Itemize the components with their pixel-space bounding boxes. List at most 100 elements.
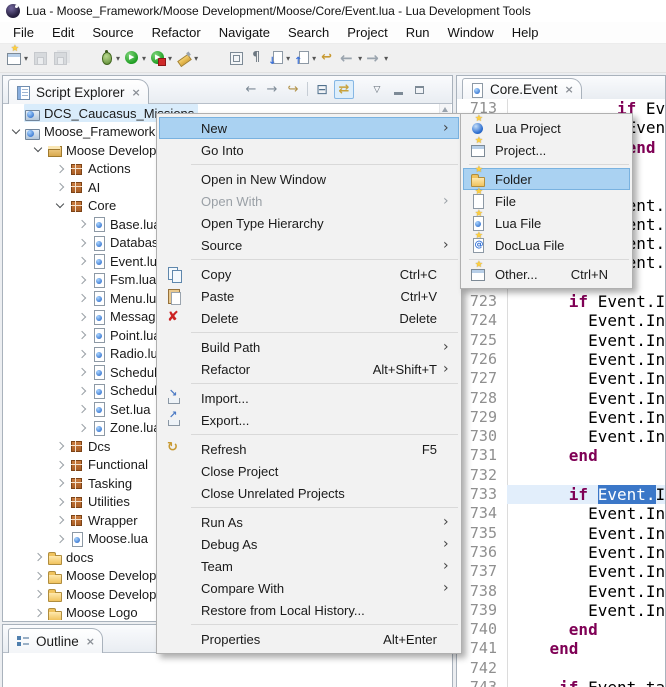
menu-source[interactable]: Source (83, 23, 142, 42)
mark-occurrences-button[interactable] (226, 46, 246, 70)
menu-item-debug-as[interactable]: Debug As (159, 533, 459, 555)
twistie-icon[interactable] (54, 533, 66, 545)
menu-help[interactable]: Help (503, 23, 548, 42)
menu-navigate[interactable]: Navigate (210, 23, 279, 42)
twistie-icon[interactable] (54, 514, 66, 526)
debug-button[interactable] (96, 46, 122, 70)
twistie-icon[interactable] (76, 422, 88, 434)
tab-outline[interactable]: Outline (8, 628, 103, 653)
menu-item-project[interactable]: Project... (463, 139, 630, 161)
dropdown-arrow-icon[interactable] (194, 54, 198, 63)
menu-item-restore-from-local-history[interactable]: Restore from Local History... (159, 599, 459, 621)
minimize-button[interactable] (389, 81, 407, 98)
twistie-icon[interactable] (76, 274, 88, 286)
close-icon[interactable] (86, 635, 95, 648)
dropdown-arrow-icon[interactable] (358, 54, 362, 63)
menu-refactor[interactable]: Refactor (143, 23, 210, 42)
menu-item-compare-with[interactable]: Compare With (159, 577, 459, 599)
menu-item-delete[interactable]: DeleteDelete (159, 307, 459, 329)
profile-button[interactable] (148, 46, 174, 70)
menu-item-import[interactable]: Import... (159, 387, 459, 409)
tab-core-event[interactable]: Core.Event (462, 78, 582, 100)
menu-item-folder[interactable]: Folder (463, 168, 630, 190)
menu-item-export[interactable]: Export... (159, 409, 459, 431)
link-with-editor-button[interactable] (334, 80, 354, 99)
menu-item-new[interactable]: New (159, 117, 459, 139)
menu-item-go-into[interactable]: Go Into (159, 139, 459, 161)
menu-item-open-in-new-window[interactable]: Open in New Window (159, 168, 459, 190)
maximize-button[interactable] (410, 81, 428, 98)
menu-item-open-type-hierarchy[interactable]: Open Type Hierarchy (159, 212, 459, 234)
dropdown-arrow-icon[interactable] (312, 54, 316, 63)
menu-item-other[interactable]: Other...Ctrl+N (463, 263, 630, 285)
menu-search[interactable]: Search (279, 23, 338, 42)
menu-edit[interactable]: Edit (43, 23, 83, 42)
twistie-icon[interactable] (76, 237, 88, 249)
show-whitespace-button[interactable] (246, 46, 266, 70)
dropdown-arrow-icon[interactable] (286, 54, 290, 63)
menu-item-run-as[interactable]: Run As (159, 511, 459, 533)
twistie-icon[interactable] (76, 311, 88, 323)
next-annotation-button[interactable] (266, 46, 292, 70)
twistie-icon[interactable] (76, 366, 88, 378)
twistie-icon[interactable] (54, 181, 66, 193)
tab-script-explorer[interactable]: Script Explorer (8, 79, 149, 104)
twistie-icon[interactable] (32, 551, 44, 563)
twistie-icon[interactable] (54, 163, 66, 175)
run-button[interactable] (122, 46, 148, 70)
twistie-icon[interactable] (76, 348, 88, 360)
menu-item-paste[interactable]: PasteCtrl+V (159, 285, 459, 307)
menu-project[interactable]: Project (338, 23, 396, 42)
menu-item-copy[interactable]: CopyCtrl+C (159, 263, 459, 285)
twistie-icon[interactable] (10, 126, 22, 138)
menu-item-lua-project[interactable]: Lua Project (463, 117, 630, 139)
menu-item-file[interactable]: File (463, 190, 630, 212)
twistie-icon[interactable] (54, 200, 66, 212)
menu-item-doclua-file[interactable]: DocLua File (463, 234, 630, 256)
menu-file[interactable]: File (4, 23, 43, 42)
twistie-icon[interactable] (32, 570, 44, 582)
twistie-icon[interactable] (54, 440, 66, 452)
view-menu-button[interactable] (368, 81, 386, 98)
back-button[interactable] (338, 46, 364, 70)
menu-item-close-unrelated-projects[interactable]: Close Unrelated Projects (159, 482, 459, 504)
forward-button[interactable] (364, 46, 390, 70)
external-tools-button[interactable] (174, 46, 200, 70)
menu-item-build-path[interactable]: Build Path (159, 336, 459, 358)
twistie-icon[interactable] (54, 496, 66, 508)
menu-item-team[interactable]: Team (159, 555, 459, 577)
twistie-icon[interactable] (76, 218, 88, 230)
dropdown-arrow-icon[interactable] (142, 54, 146, 63)
dropdown-arrow-icon[interactable] (24, 54, 28, 63)
close-icon[interactable] (132, 86, 141, 99)
menu-item-close-project[interactable]: Close Project (159, 460, 459, 482)
twistie-icon[interactable] (76, 385, 88, 397)
dropdown-arrow-icon[interactable] (168, 54, 172, 63)
twistie-icon[interactable] (76, 255, 88, 267)
twistie-icon[interactable] (76, 292, 88, 304)
menu-run[interactable]: Run (397, 23, 439, 42)
forward-button[interactable] (263, 81, 281, 98)
new-wizard-button[interactable] (4, 46, 30, 70)
previous-annotation-button[interactable] (292, 46, 318, 70)
menu-item-lua-file[interactable]: Lua File (463, 212, 630, 234)
twistie-icon[interactable] (32, 588, 44, 600)
close-icon[interactable] (565, 83, 574, 96)
last-edit-location-button[interactable] (318, 46, 338, 70)
twistie-icon[interactable] (54, 459, 66, 471)
scroll-up-icon[interactable] (442, 107, 448, 112)
menu-item-source[interactable]: Source (159, 234, 459, 256)
go-into-button[interactable] (284, 81, 302, 98)
dropdown-arrow-icon[interactable] (116, 54, 120, 63)
collapse-all-button[interactable] (313, 81, 331, 98)
menu-window[interactable]: Window (439, 23, 503, 42)
twistie-icon[interactable] (54, 477, 66, 489)
menu-item-refactor[interactable]: RefactorAlt+Shift+T (159, 358, 459, 380)
twistie-icon[interactable] (76, 403, 88, 415)
twistie-icon[interactable] (32, 607, 44, 619)
back-button[interactable] (242, 81, 260, 98)
twistie-icon[interactable] (76, 329, 88, 341)
dropdown-arrow-icon[interactable] (384, 54, 388, 63)
menu-item-properties[interactable]: PropertiesAlt+Enter (159, 628, 459, 650)
menu-item-refresh[interactable]: RefreshF5 (159, 438, 459, 460)
